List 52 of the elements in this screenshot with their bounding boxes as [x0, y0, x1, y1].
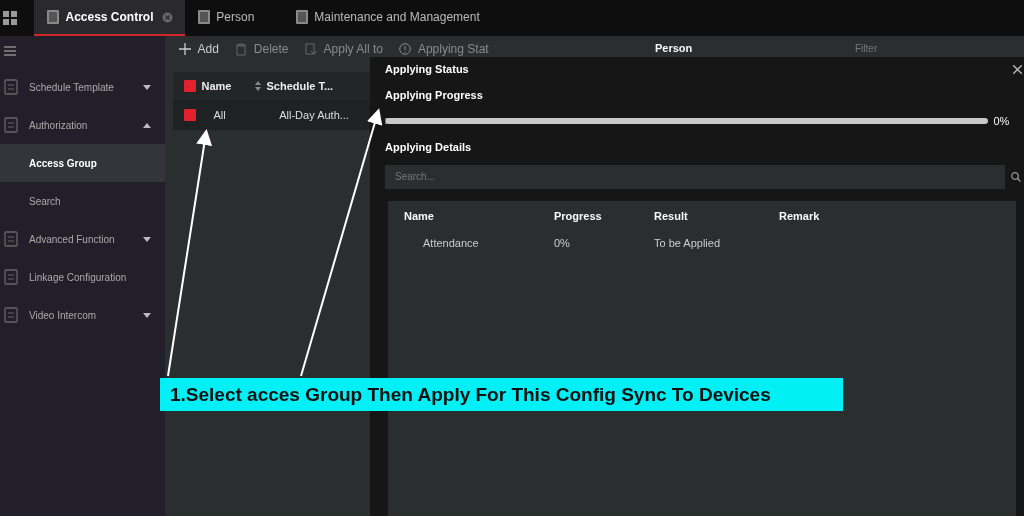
sidebar-item[interactable]: Search: [0, 182, 165, 220]
tab[interactable]: Maintenance and Management: [282, 0, 509, 36]
column-header[interactable]: Remark: [779, 208, 929, 225]
column-header[interactable]: Name: [404, 208, 554, 225]
document-icon: [46, 9, 60, 25]
trash-icon: [235, 42, 249, 56]
checkbox[interactable]: [184, 109, 196, 121]
caret-down-icon: [143, 236, 151, 242]
table-cell-text: To be Applied: [654, 236, 722, 252]
toolbar-button[interactable]: Add: [179, 40, 219, 58]
dialog-title: Applying Status: [385, 62, 469, 78]
module-icon: [4, 269, 18, 285]
column-header[interactable]: Name: [201, 77, 232, 95]
section-label: Applying Details: [385, 140, 473, 155]
document-icon: [196, 9, 211, 25]
section-label: Applying Progress: [385, 88, 484, 103]
table-cell-text: All-Day Auth...: [279, 107, 349, 123]
module-icon: [4, 79, 18, 95]
caret-up-icon: [143, 122, 151, 128]
apps-grid-icon[interactable]: [2, 10, 18, 26]
tab[interactable]: Access Control: [34, 0, 185, 36]
column-header[interactable]: Progress: [554, 208, 654, 225]
sidebar-item[interactable]: Access Group: [0, 144, 165, 182]
table-cell-text: All: [213, 107, 226, 123]
column-header[interactable]: Result: [654, 208, 779, 225]
tab[interactable]: Person: [184, 0, 283, 36]
progress-reading: 0%: [993, 113, 1010, 129]
close-icon[interactable]: [1013, 65, 1022, 74]
column-header[interactable]: Schedule T...: [266, 77, 334, 95]
sidebar-item[interactable]: Schedule Template: [0, 68, 165, 106]
checkbox[interactable]: [184, 80, 196, 92]
annotation-callout: 1.Select acces Group Then Apply For This Config Sync To Devices: [160, 378, 843, 411]
info-icon: [399, 42, 413, 56]
table-cell-text: 0%: [554, 236, 571, 252]
search-field[interactable]: Search...: [385, 164, 1005, 189]
search-icon[interactable]: [1010, 171, 1021, 182]
menu-icon[interactable]: [4, 46, 16, 56]
document-icon: [294, 9, 309, 25]
module-icon: [4, 117, 18, 133]
sidebar-item[interactable]: Video Intercom: [0, 296, 165, 334]
plus-icon: [179, 42, 192, 56]
table-cell-text: Attendance: [422, 236, 480, 252]
sort-icon[interactable]: [254, 81, 261, 91]
caret-down-icon: [143, 84, 151, 90]
sidebar-item[interactable]: Advanced Function: [0, 220, 165, 258]
module-icon: [4, 231, 18, 247]
caret-down-icon: [143, 312, 151, 318]
module-icon: [4, 307, 18, 323]
document-icon: [305, 42, 319, 56]
sidebar-item[interactable]: Authorization: [0, 106, 165, 144]
panel-title: Person: [655, 40, 694, 56]
sidebar-item[interactable]: Linkage Configuration: [0, 258, 165, 296]
